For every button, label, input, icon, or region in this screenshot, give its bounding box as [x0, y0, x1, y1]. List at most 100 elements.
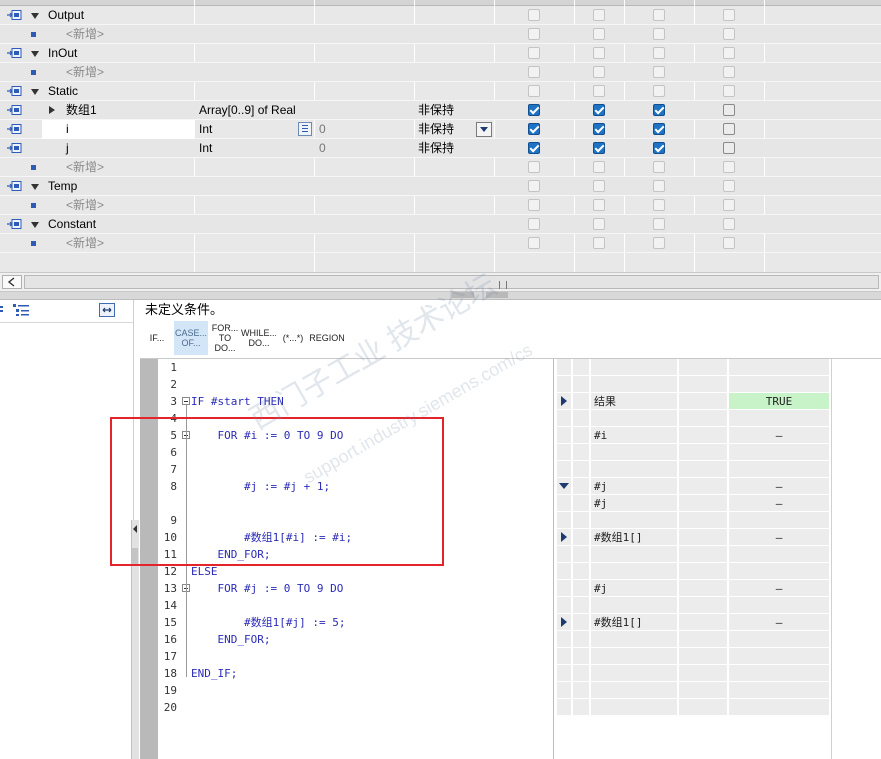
fold-toggle-icon[interactable] — [182, 397, 190, 405]
table-row[interactable]: <新增> — [0, 234, 881, 253]
code-text[interactable]: FOR #j := 0 TO 9 DO — [191, 580, 343, 597]
checkbox[interactable] — [653, 237, 665, 249]
table-row[interactable]: InOut — [0, 44, 881, 63]
checkbox[interactable] — [593, 28, 605, 40]
table-row[interactable]: i Int 0 非保持 — [0, 120, 881, 139]
scroll-left-button[interactable] — [2, 275, 22, 289]
instruction-button-4[interactable]: WHILE... DO... — [241, 321, 277, 355]
retain-cell[interactable]: 非保持 — [418, 120, 454, 139]
add-new-placeholder[interactable]: <新增> — [66, 25, 104, 44]
add-new-placeholder[interactable]: <新增> — [66, 234, 104, 253]
checkbox[interactable] — [653, 123, 665, 135]
checkbox[interactable] — [528, 237, 540, 249]
expand-toggle-icon[interactable] — [31, 184, 39, 190]
instruction-button-1[interactable]: IF... — [140, 321, 174, 355]
checkbox[interactable] — [528, 85, 540, 97]
checkbox[interactable] — [593, 218, 605, 230]
checkbox[interactable] — [723, 123, 735, 135]
table-row[interactable]: <新增> — [0, 25, 881, 44]
checkbox[interactable] — [653, 142, 665, 154]
variable-name[interactable]: i — [66, 120, 69, 139]
code-line[interactable]: 14 — [158, 597, 553, 614]
instruction-button-6[interactable]: REGION — [309, 321, 345, 355]
retain-dropdown-button[interactable] — [476, 122, 492, 137]
list-view-icon[interactable] — [12, 303, 30, 317]
checkbox[interactable] — [528, 142, 540, 154]
checkbox[interactable] — [723, 218, 735, 230]
checkbox[interactable] — [528, 28, 540, 40]
code-line[interactable]: 15 #数组1[#j] := 5; — [158, 614, 553, 631]
code-text[interactable]: END_FOR; — [191, 631, 270, 648]
add-new-placeholder[interactable]: <新增> — [66, 196, 104, 215]
retain-cell[interactable]: 非保持 — [418, 101, 454, 120]
collapse-arrow-icon[interactable] — [559, 483, 569, 489]
table-row[interactable]: Constant — [0, 215, 881, 234]
expand-arrow-icon[interactable] — [561, 617, 567, 627]
checkbox[interactable] — [528, 180, 540, 192]
checkbox[interactable] — [723, 180, 735, 192]
expand-arrow-icon[interactable] — [561, 396, 567, 406]
variable-name[interactable]: 数组1 — [66, 101, 97, 120]
expand-toggle-icon[interactable] — [31, 51, 39, 57]
code-text[interactable]: IF #start THEN — [191, 393, 284, 410]
code-line[interactable]: 2 — [158, 376, 553, 393]
table-row[interactable]: <新增> — [0, 63, 881, 82]
checkbox[interactable] — [723, 47, 735, 59]
instruction-button-2[interactable]: CASE... OF... — [174, 321, 208, 355]
checkbox[interactable] — [593, 47, 605, 59]
checkbox[interactable] — [593, 180, 605, 192]
code-line[interactable]: 1 — [158, 359, 553, 376]
checkbox[interactable] — [593, 161, 605, 173]
code-line[interactable]: 20 — [158, 699, 553, 716]
checkbox[interactable] — [723, 237, 735, 249]
checkbox[interactable] — [653, 161, 665, 173]
checkbox[interactable] — [653, 180, 665, 192]
table-row[interactable]: Temp — [0, 177, 881, 196]
scrollbar-thumb[interactable] — [24, 275, 879, 289]
checkbox[interactable] — [723, 66, 735, 78]
name-cell-edit[interactable] — [42, 120, 194, 139]
variable-name[interactable]: j — [66, 139, 69, 158]
checkbox[interactable] — [653, 9, 665, 21]
code-text[interactable]: END_IF; — [191, 665, 237, 682]
table-row[interactable]: <新增> — [0, 196, 881, 215]
instruction-button-5[interactable]: (*...*) — [276, 321, 310, 355]
code-line[interactable]: 17 — [158, 648, 553, 665]
checkbox[interactable] — [528, 66, 540, 78]
checkbox[interactable] — [593, 142, 605, 154]
checkbox[interactable] — [653, 28, 665, 40]
checkbox[interactable] — [528, 47, 540, 59]
checkbox[interactable] — [723, 28, 735, 40]
code-line[interactable]: 3 IF #start THEN — [158, 393, 553, 410]
expand-array-icon[interactable] — [49, 106, 55, 114]
checkbox[interactable] — [593, 199, 605, 211]
instruction-button-3[interactable]: FOR... TO DO... — [208, 321, 242, 355]
data-type-cell[interactable]: Int — [199, 139, 212, 158]
checkbox[interactable] — [593, 85, 605, 97]
default-value-cell[interactable]: 0 — [319, 120, 326, 139]
checkbox[interactable] — [723, 104, 735, 116]
add-new-placeholder[interactable]: <新增> — [66, 158, 104, 177]
checkbox[interactable] — [528, 9, 540, 21]
checkbox[interactable] — [723, 142, 735, 154]
code-text[interactable]: #数组1[#j] := 5; — [191, 614, 345, 631]
checkbox[interactable] — [653, 218, 665, 230]
table-row[interactable]: j Int 0 非保持 — [0, 139, 881, 158]
checkbox[interactable] — [653, 47, 665, 59]
checkbox[interactable] — [528, 123, 540, 135]
checkbox[interactable] — [593, 123, 605, 135]
checkbox[interactable] — [723, 9, 735, 21]
list-fragment-icon[interactable] — [0, 304, 6, 316]
data-type-cell[interactable]: Array[0..9] of Real — [199, 101, 296, 120]
checkbox[interactable] — [653, 66, 665, 78]
expand-panel-icon[interactable] — [99, 303, 116, 318]
default-value-cell[interactable]: 0 — [319, 139, 326, 158]
expand-toggle-icon[interactable] — [31, 13, 39, 19]
expand-toggle-icon[interactable] — [31, 222, 39, 228]
checkbox[interactable] — [653, 104, 665, 116]
table-row[interactable]: Output — [0, 6, 881, 25]
type-list-button[interactable] — [298, 122, 312, 136]
checkbox[interactable] — [593, 104, 605, 116]
checkbox[interactable] — [653, 85, 665, 97]
checkbox[interactable] — [528, 161, 540, 173]
